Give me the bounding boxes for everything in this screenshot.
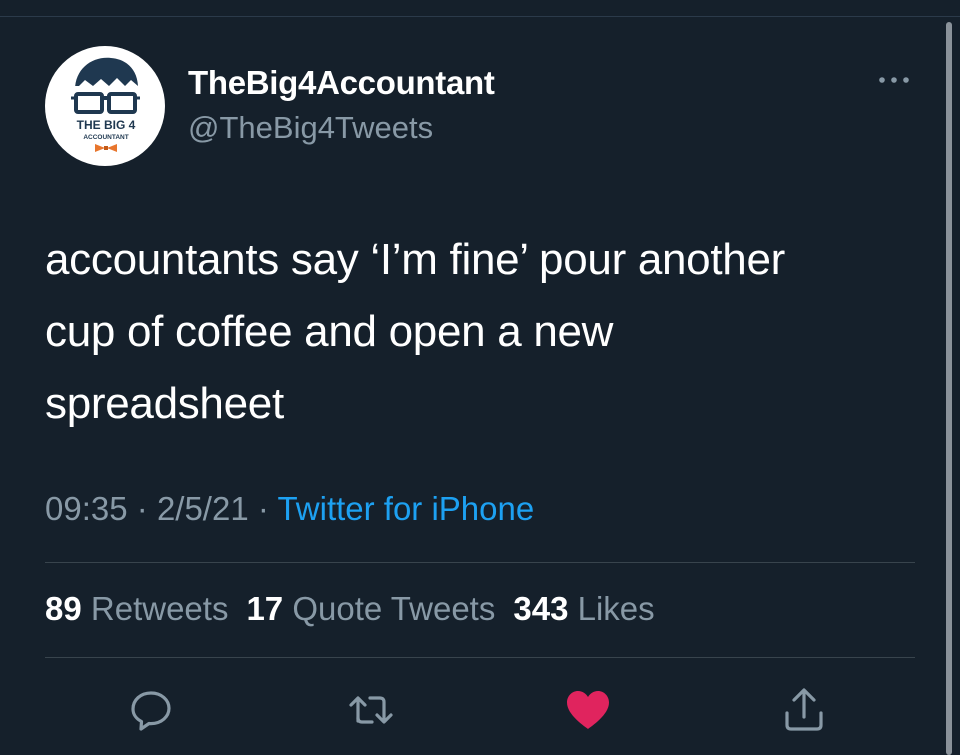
author-display-name[interactable]: TheBig4Accountant (188, 64, 495, 102)
author-handle[interactable]: @TheBig4Tweets (188, 110, 433, 146)
avatar-logo-icon: THE BIG 4 ACCOUNTANT (71, 57, 140, 152)
tweet-stats: 89 Retweets 17 Quote Tweets 343 Likes (45, 590, 673, 628)
reply-icon[interactable] (126, 685, 176, 735)
retweets-label: Retweets (90, 590, 229, 627)
svg-text:ACCOUNTANT: ACCOUNTANT (83, 134, 128, 141)
tweet-meta: 09:35 · 2/5/21 · Twitter for iPhone (45, 490, 534, 528)
retweet-icon[interactable] (346, 685, 396, 735)
more-icon[interactable] (876, 70, 912, 90)
likes-stat[interactable]: 343 Likes (513, 590, 654, 627)
tweet-text-line: accountants say ‘I’m fine’ pour another (45, 235, 785, 284)
avatar[interactable]: THE BIG 4 ACCOUNTANT (45, 46, 165, 166)
like-icon[interactable] (563, 685, 613, 735)
scrollbar[interactable] (946, 22, 952, 755)
svg-text:THE BIG 4: THE BIG 4 (77, 118, 136, 132)
quotes-label: Quote Tweets (292, 590, 496, 627)
tweet-text-line: cup of coffee and open a new (45, 307, 614, 356)
likes-count: 343 (513, 590, 569, 627)
retweets-count: 89 (45, 590, 82, 627)
tweet-time[interactable]: 09:35 (45, 490, 128, 527)
tweet-source-link[interactable]: Twitter for iPhone (277, 490, 534, 527)
likes-label: Likes (577, 590, 655, 627)
tweet-date[interactable]: 2/5/21 (157, 490, 249, 527)
meta-separator: · (136, 490, 148, 527)
share-icon[interactable] (779, 685, 829, 735)
top-divider (0, 16, 960, 17)
retweets-stat[interactable]: 89 Retweets (45, 590, 228, 627)
tweet-text-line: spreadsheet (45, 379, 284, 428)
meta-separator: · (257, 490, 269, 527)
stats-divider-top (45, 562, 915, 563)
stats-divider-bottom (45, 657, 915, 658)
quote-tweets-stat[interactable]: 17 Quote Tweets (246, 590, 495, 627)
tweet-text: accountants say ‘I’m fine’ pour another … (45, 224, 915, 440)
quotes-count: 17 (246, 590, 284, 627)
